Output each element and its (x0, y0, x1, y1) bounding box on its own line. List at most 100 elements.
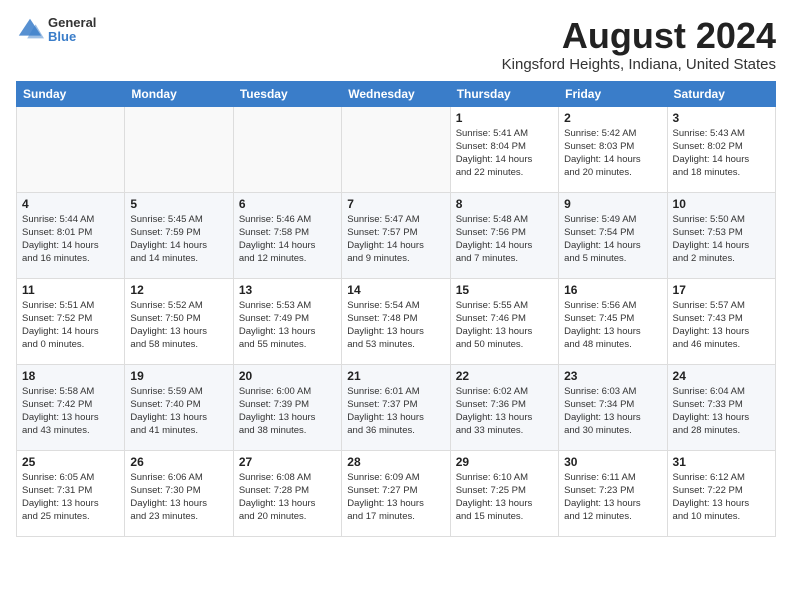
day-info: Sunrise: 5:59 AM Sunset: 7:40 PM Dayligh… (130, 385, 227, 438)
week-row-2: 4 Sunrise: 5:44 AM Sunset: 8:01 PM Daylig… (17, 192, 776, 278)
calendar-cell: 15 Sunrise: 5:55 AM Sunset: 7:46 PM Dayli… (450, 278, 558, 364)
calendar-cell: 10Sunrise: 5:50 AM Sunset: 7:53 PM Dayli… (667, 192, 775, 278)
day-number: 17 (673, 283, 770, 297)
calendar-cell: 20Sunrise: 6:00 AM Sunset: 7:39 PM Dayli… (233, 364, 341, 450)
header-cell-tuesday: Tuesday (233, 81, 341, 106)
day-number: 11 (22, 283, 119, 297)
header-cell-friday: Friday (559, 81, 667, 106)
calendar-cell: 3 Sunrise: 5:43 AM Sunset: 8:02 PM Daylig… (667, 106, 775, 192)
day-number: 31 (673, 455, 770, 469)
day-number: 25 (22, 455, 119, 469)
calendar-table: SundayMondayTuesdayWednesdayThursdayFrid… (16, 81, 776, 537)
calendar-cell: 18 Sunrise: 5:58 AM Sunset: 7:42 PM Dayli… (17, 364, 125, 450)
page-header: General Blue August 2024 Kingsford Heigh… (16, 16, 776, 73)
header-cell-wednesday: Wednesday (342, 81, 450, 106)
logo: General Blue (16, 16, 96, 45)
calendar-cell: 26Sunrise: 6:06 AM Sunset: 7:30 PM Dayli… (125, 450, 233, 536)
calendar-cell: 8Sunrise: 5:48 AM Sunset: 7:56 PM Daylig… (450, 192, 558, 278)
calendar-cell: 24 Sunrise: 6:04 AM Sunset: 7:33 PM Dayli… (667, 364, 775, 450)
day-number: 7 (347, 197, 444, 211)
calendar-cell: 29 Sunrise: 6:10 AM Sunset: 7:25 PM Dayli… (450, 450, 558, 536)
calendar-cell: 23 Sunrise: 6:03 AM Sunset: 7:34 PM Dayli… (559, 364, 667, 450)
day-number: 13 (239, 283, 336, 297)
day-info: Sunrise: 6:01 AM Sunset: 7:37 PM Dayligh… (347, 385, 444, 438)
day-number: 29 (456, 455, 553, 469)
calendar-cell: 9 Sunrise: 5:49 AM Sunset: 7:54 PM Daylig… (559, 192, 667, 278)
day-number: 1 (456, 111, 553, 125)
calendar-cell: 1 Sunrise: 5:41 AM Sunset: 8:04 PM Daylig… (450, 106, 558, 192)
day-info: Sunrise: 6:05 AM Sunset: 7:31 PM Dayligh… (22, 471, 119, 524)
calendar-cell: 6 Sunrise: 5:46 AM Sunset: 7:58 PM Daylig… (233, 192, 341, 278)
day-info: Sunrise: 5:43 AM Sunset: 8:02 PM Dayligh… (673, 127, 770, 180)
day-number: 26 (130, 455, 227, 469)
day-info: Sunrise: 6:02 AM Sunset: 7:36 PM Dayligh… (456, 385, 553, 438)
day-info: Sunrise: 6:03 AM Sunset: 7:34 PM Dayligh… (564, 385, 661, 438)
calendar-cell: 7Sunrise: 5:47 AM Sunset: 7:57 PM Daylig… (342, 192, 450, 278)
logo-icon (16, 16, 44, 44)
logo-blue: Blue (48, 30, 96, 44)
day-number: 19 (130, 369, 227, 383)
day-info: Sunrise: 5:42 AM Sunset: 8:03 PM Dayligh… (564, 127, 661, 180)
day-info: Sunrise: 6:08 AM Sunset: 7:28 PM Dayligh… (239, 471, 336, 524)
day-info: Sunrise: 5:57 AM Sunset: 7:43 PM Dayligh… (673, 299, 770, 352)
day-info: Sunrise: 6:09 AM Sunset: 7:27 PM Dayligh… (347, 471, 444, 524)
day-info: Sunrise: 6:11 AM Sunset: 7:23 PM Dayligh… (564, 471, 661, 524)
calendar-cell: 19 Sunrise: 5:59 AM Sunset: 7:40 PM Dayli… (125, 364, 233, 450)
day-number: 10 (673, 197, 770, 211)
calendar-cell: 2Sunrise: 5:42 AM Sunset: 8:03 PM Daylig… (559, 106, 667, 192)
day-number: 5 (130, 197, 227, 211)
day-number: 23 (564, 369, 661, 383)
day-info: Sunrise: 5:49 AM Sunset: 7:54 PM Dayligh… (564, 213, 661, 266)
day-number: 28 (347, 455, 444, 469)
month-title: August 2024 (502, 16, 776, 56)
logo-text: General Blue (48, 16, 96, 45)
header-cell-thursday: Thursday (450, 81, 558, 106)
calendar-cell: 11 Sunrise: 5:51 AM Sunset: 7:52 PM Dayli… (17, 278, 125, 364)
logo-general: General (48, 16, 96, 30)
day-number: 9 (564, 197, 661, 211)
calendar-cell: 27 Sunrise: 6:08 AM Sunset: 7:28 PM Dayli… (233, 450, 341, 536)
calendar-cell: 25 Sunrise: 6:05 AM Sunset: 7:31 PM Dayli… (17, 450, 125, 536)
day-number: 22 (456, 369, 553, 383)
week-row-4: 18 Sunrise: 5:58 AM Sunset: 7:42 PM Dayli… (17, 364, 776, 450)
day-number: 27 (239, 455, 336, 469)
day-number: 15 (456, 283, 553, 297)
day-info: Sunrise: 5:58 AM Sunset: 7:42 PM Dayligh… (22, 385, 119, 438)
day-info: Sunrise: 5:51 AM Sunset: 7:52 PM Dayligh… (22, 299, 119, 352)
week-row-3: 11 Sunrise: 5:51 AM Sunset: 7:52 PM Dayli… (17, 278, 776, 364)
day-info: Sunrise: 5:44 AM Sunset: 8:01 PM Dayligh… (22, 213, 119, 266)
calendar-cell: 30Sunrise: 6:11 AM Sunset: 7:23 PM Dayli… (559, 450, 667, 536)
calendar-cell: 14 Sunrise: 5:54 AM Sunset: 7:48 PM Dayli… (342, 278, 450, 364)
calendar-cell (17, 106, 125, 192)
calendar-cell: 21 Sunrise: 6:01 AM Sunset: 7:37 PM Dayli… (342, 364, 450, 450)
day-info: Sunrise: 5:53 AM Sunset: 7:49 PM Dayligh… (239, 299, 336, 352)
day-info: Sunrise: 6:10 AM Sunset: 7:25 PM Dayligh… (456, 471, 553, 524)
calendar-header: SundayMondayTuesdayWednesdayThursdayFrid… (17, 81, 776, 106)
day-info: Sunrise: 5:54 AM Sunset: 7:48 PM Dayligh… (347, 299, 444, 352)
calendar-cell: 22 Sunrise: 6:02 AM Sunset: 7:36 PM Dayli… (450, 364, 558, 450)
week-row-1: 1 Sunrise: 5:41 AM Sunset: 8:04 PM Daylig… (17, 106, 776, 192)
day-info: Sunrise: 5:55 AM Sunset: 7:46 PM Dayligh… (456, 299, 553, 352)
header-cell-monday: Monday (125, 81, 233, 106)
day-number: 14 (347, 283, 444, 297)
day-number: 3 (673, 111, 770, 125)
day-info: Sunrise: 5:46 AM Sunset: 7:58 PM Dayligh… (239, 213, 336, 266)
day-number: 6 (239, 197, 336, 211)
calendar-cell: 4 Sunrise: 5:44 AM Sunset: 8:01 PM Daylig… (17, 192, 125, 278)
day-number: 8 (456, 197, 553, 211)
day-info: Sunrise: 6:00 AM Sunset: 7:39 PM Dayligh… (239, 385, 336, 438)
calendar-cell: 13 Sunrise: 5:53 AM Sunset: 7:49 PM Dayli… (233, 278, 341, 364)
day-number: 24 (673, 369, 770, 383)
day-number: 4 (22, 197, 119, 211)
day-number: 21 (347, 369, 444, 383)
day-info: Sunrise: 5:52 AM Sunset: 7:50 PM Dayligh… (130, 299, 227, 352)
day-number: 18 (22, 369, 119, 383)
calendar-cell: 17 Sunrise: 5:57 AM Sunset: 7:43 PM Dayli… (667, 278, 775, 364)
header-cell-saturday: Saturday (667, 81, 775, 106)
header-cell-sunday: Sunday (17, 81, 125, 106)
day-info: Sunrise: 6:04 AM Sunset: 7:33 PM Dayligh… (673, 385, 770, 438)
calendar-cell: 28 Sunrise: 6:09 AM Sunset: 7:27 PM Dayli… (342, 450, 450, 536)
day-info: Sunrise: 5:41 AM Sunset: 8:04 PM Dayligh… (456, 127, 553, 180)
calendar-cell (125, 106, 233, 192)
calendar-cell: 12Sunrise: 5:52 AM Sunset: 7:50 PM Dayli… (125, 278, 233, 364)
